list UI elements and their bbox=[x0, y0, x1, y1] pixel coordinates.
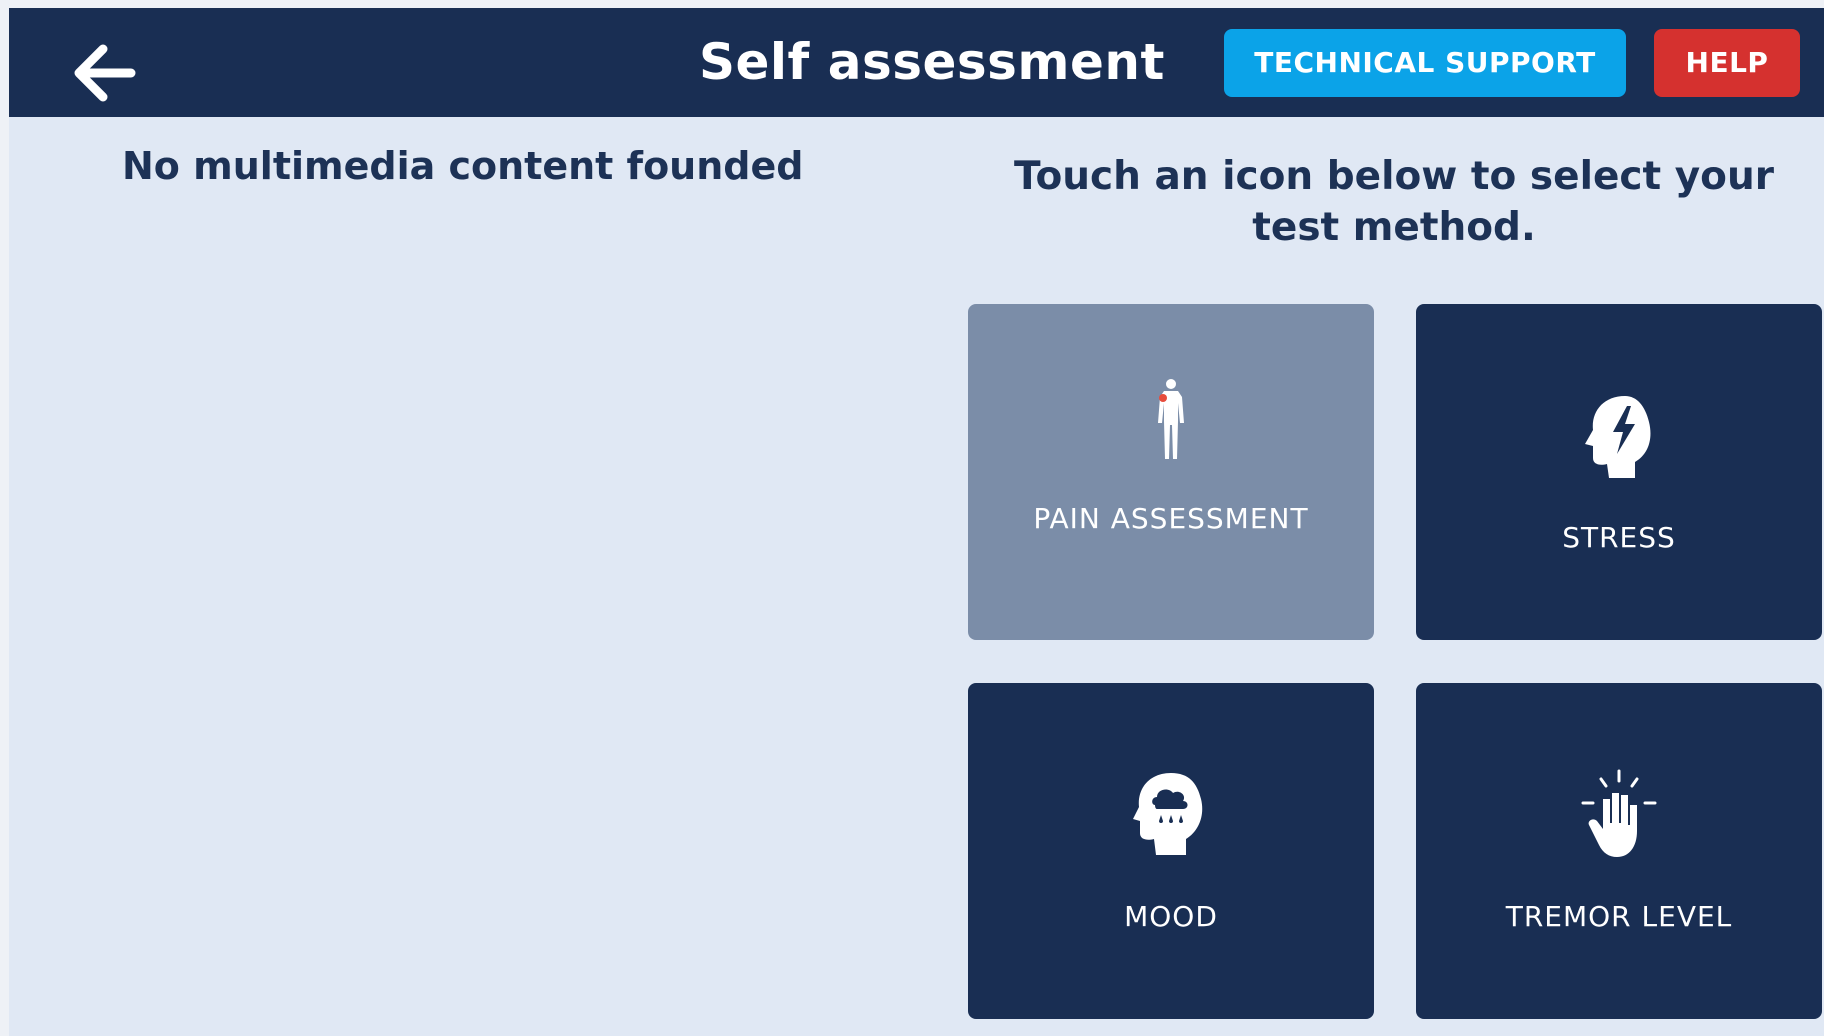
arrow-left-icon bbox=[74, 44, 136, 102]
instructions-text: Touch an icon below to select your test … bbox=[1014, 154, 1774, 250]
shaking-hand-icon bbox=[1581, 769, 1657, 857]
human-body-icon bbox=[1158, 379, 1184, 459]
technical-support-button[interactable]: TECHNICAL SUPPORT bbox=[1224, 29, 1626, 97]
head-lightning-icon bbox=[1585, 396, 1651, 478]
help-button[interactable]: HELP bbox=[1654, 29, 1800, 97]
no-media-message: No multimedia content founded bbox=[122, 144, 804, 188]
head-raincloud-icon bbox=[1133, 773, 1203, 855]
header-bar: Self assessment TECHNICAL SUPPORT HELP bbox=[9, 8, 1824, 117]
tremor-level-label: TREMOR LEVEL bbox=[1505, 900, 1733, 933]
pain-assessment-label: PAIN ASSESSMENT bbox=[1033, 502, 1309, 535]
tremor-level-tile[interactable]: TREMOR LEVEL bbox=[1416, 683, 1822, 1019]
back-button[interactable] bbox=[69, 43, 149, 103]
stress-label: STRESS bbox=[1562, 521, 1676, 554]
stress-tile[interactable]: STRESS bbox=[1416, 304, 1822, 640]
pain-assessment-tile[interactable]: PAIN ASSESSMENT bbox=[968, 304, 1374, 640]
page-title: Self assessment bbox=[699, 33, 1165, 91]
app-window: Self assessment TECHNICAL SUPPORT HELP N… bbox=[9, 8, 1824, 1036]
mood-label: MOOD bbox=[1124, 900, 1218, 933]
mood-tile[interactable]: MOOD bbox=[968, 683, 1374, 1019]
